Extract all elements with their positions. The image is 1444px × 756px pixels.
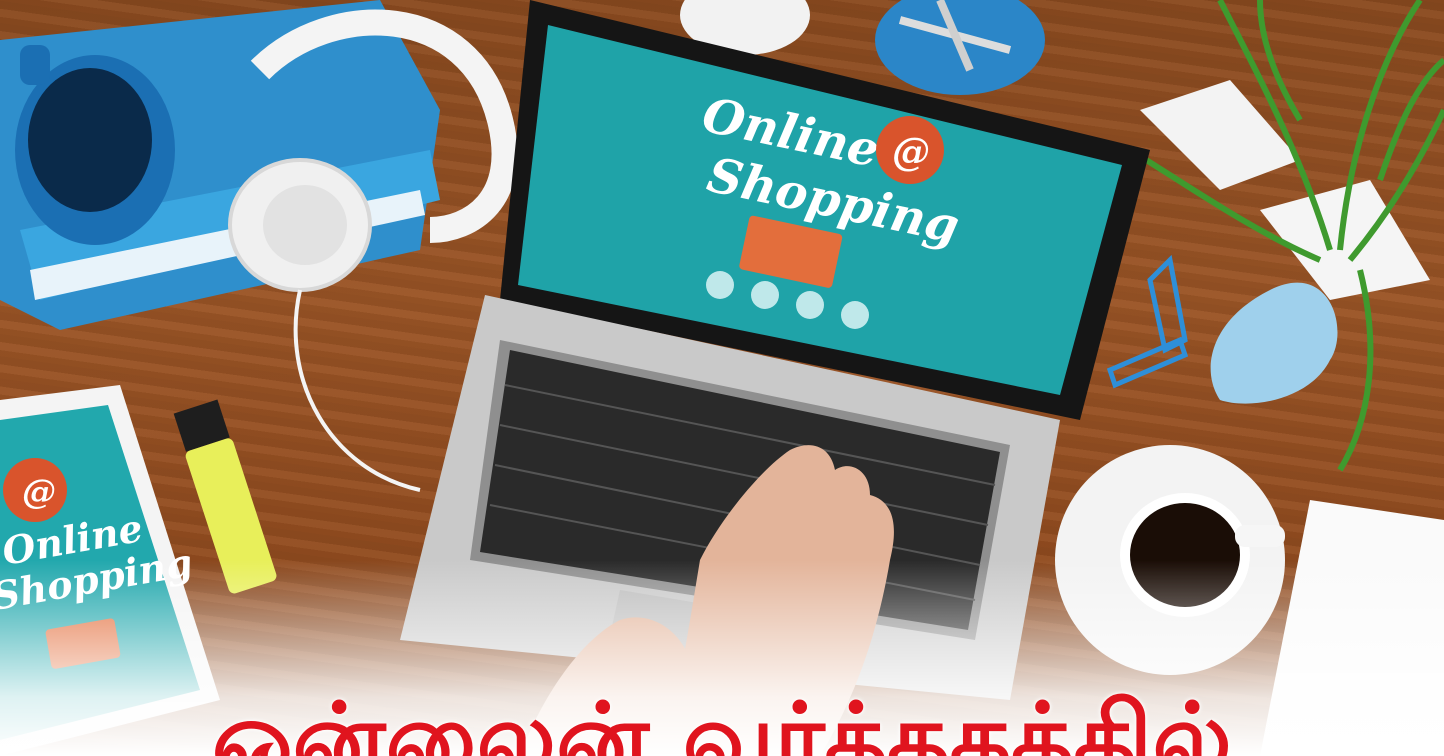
tablet-badge-glyph: @ (22, 472, 56, 512)
heart-note (1210, 282, 1338, 404)
paper-clips (1106, 254, 1189, 389)
tamil-headline: ஒன்லைன் வர்த்தகத்தில் (212, 690, 1232, 756)
potted-plant (1128, 0, 1444, 472)
laptop-badge-glyph: @ (892, 129, 930, 174)
